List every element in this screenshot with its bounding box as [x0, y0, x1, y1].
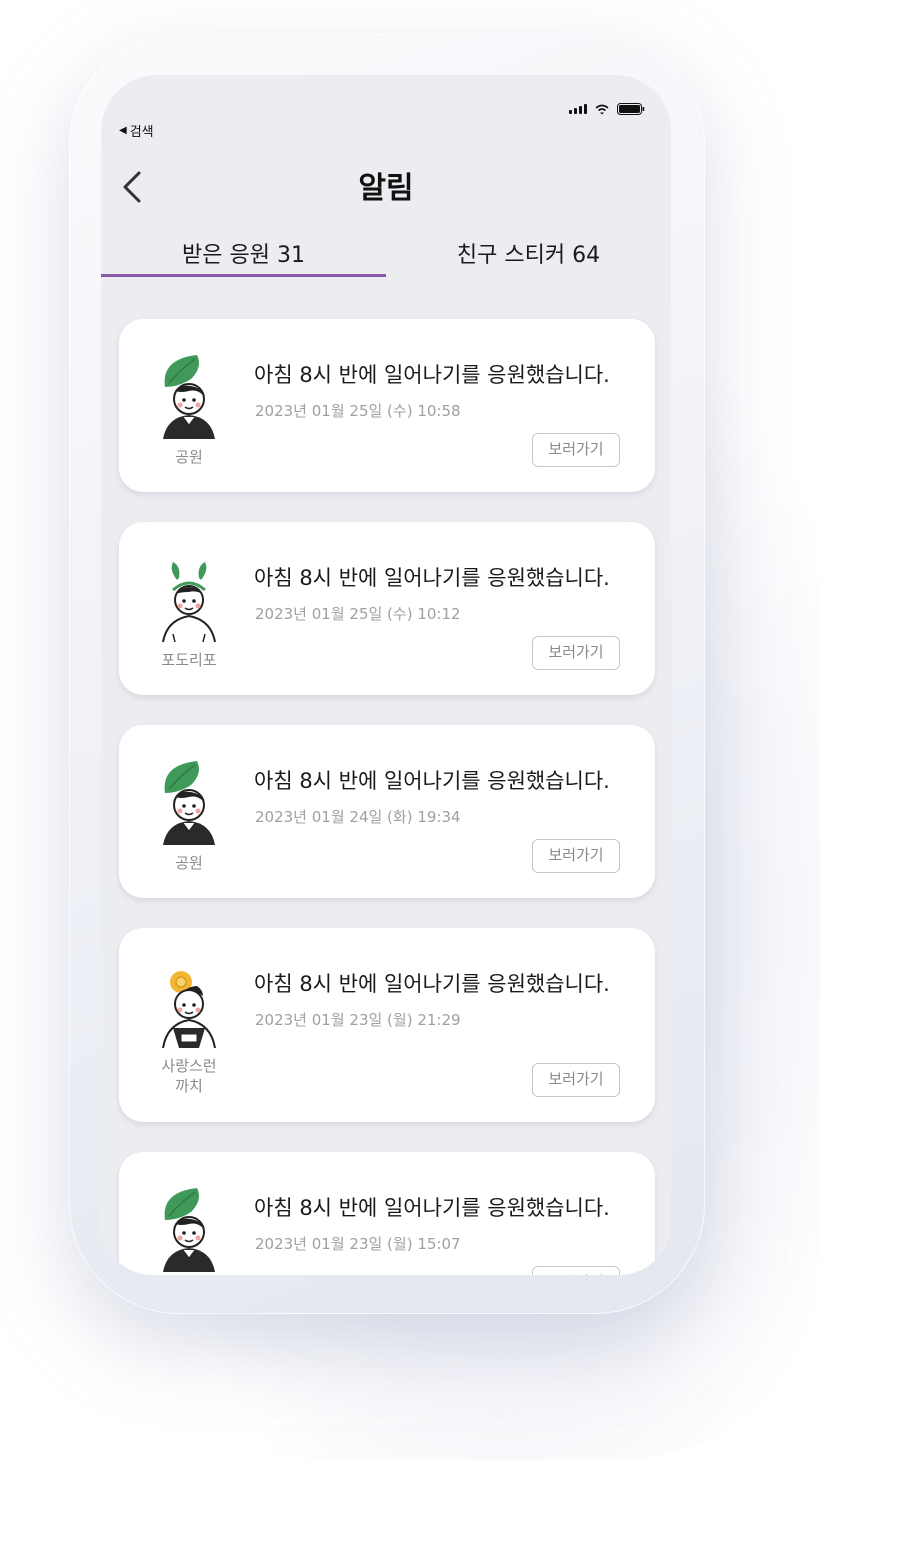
status-back-label: 검색	[129, 125, 154, 140]
nickname-line-2: 까치	[175, 1077, 203, 1095]
notification-card[interactable]: 공원 아침 8시 반에 일어나기를 응원했습니다. 2023년 01월 24일 …	[119, 725, 655, 898]
leaf-hat-avatar-icon	[151, 347, 227, 443]
notification-datetime: 2023년 01월 25일 (수) 10:58	[255, 402, 461, 420]
notification-datetime: 2023년 01월 23일 (월) 21:29	[255, 1011, 461, 1029]
go-view-button[interactable]: 보러가기	[532, 636, 620, 670]
battery-icon	[617, 103, 645, 115]
notification-message: 아침 8시 반에 일어나기를 응원했습니다.	[254, 769, 610, 793]
nickname-line-1: 사랑스런	[161, 1057, 217, 1075]
notification-datetime: 2023년 01월 24일 (화) 19:34	[255, 808, 461, 826]
status-icons	[569, 103, 645, 115]
signal-icon	[569, 104, 587, 114]
notification-card[interactable]: 포도리포 아침 8시 반에 일어나기를 응원했습니다. 2023년 01월 25…	[119, 522, 655, 695]
sprout-headband-avatar-icon	[151, 550, 227, 646]
nickname-label: 공원	[175, 448, 203, 466]
notification-datetime: 2023년 01월 23일 (월) 15:07	[255, 1235, 461, 1253]
tab-received-cheers[interactable]: 받은 응원 31	[101, 233, 386, 277]
back-triangle-icon: ◀	[119, 125, 127, 136]
nickname-label: 포도리포	[161, 651, 217, 669]
leaf-hat-avatar-icon	[151, 753, 227, 849]
notification-card[interactable]: 사랑스런 까치 아침 8시 반에 일어나기를 응원했습니다. 2023년 01월…	[119, 928, 655, 1122]
notification-datetime: 2023년 01월 25일 (수) 10:12	[255, 605, 461, 623]
go-view-button[interactable]: 보러가기	[532, 839, 620, 873]
go-view-button[interactable]: 보러가기	[532, 433, 620, 467]
go-view-button[interactable]: 보러가기	[532, 1063, 620, 1097]
leaf-hat-avatar-icon	[151, 1180, 227, 1275]
notification-card[interactable]: 공원 아침 8시 반에 일어나기를 응원했습니다. 2023년 01월 25일 …	[119, 319, 655, 492]
nickname-label: 사랑스런 까치	[139, 1056, 239, 1096]
notification-message: 아침 8시 반에 일어나기를 응원했습니다.	[254, 363, 610, 387]
page-title: 알림	[358, 171, 414, 206]
tab-friend-stickers[interactable]: 친구 스티커 64	[386, 233, 671, 277]
notification-message: 아침 8시 반에 일어나기를 응원했습니다.	[254, 1196, 610, 1220]
status-back-to-search[interactable]: ◀ 검색	[119, 121, 154, 140]
go-view-button[interactable]: 보러가기	[532, 1266, 620, 1275]
notification-message: 아침 8시 반에 일어나기를 응원했습니다.	[254, 972, 610, 996]
notification-message: 아침 8시 반에 일어나기를 응원했습니다.	[254, 566, 610, 590]
notification-card[interactable]: 아침 8시 반에 일어나기를 응원했습니다. 2023년 01월 23일 (월)…	[119, 1152, 655, 1275]
nickname-label: 공원	[175, 854, 203, 872]
wifi-icon	[595, 104, 609, 115]
tab-bar: 받은 응원 31 친구 스티커 64	[101, 233, 671, 277]
flower-hat-avatar-icon	[151, 956, 227, 1052]
phone-screen: ◀ 검색 알림 받은 응원 31 친구 스티커 64 공원 아침 8시 반에 일…	[101, 75, 671, 1275]
